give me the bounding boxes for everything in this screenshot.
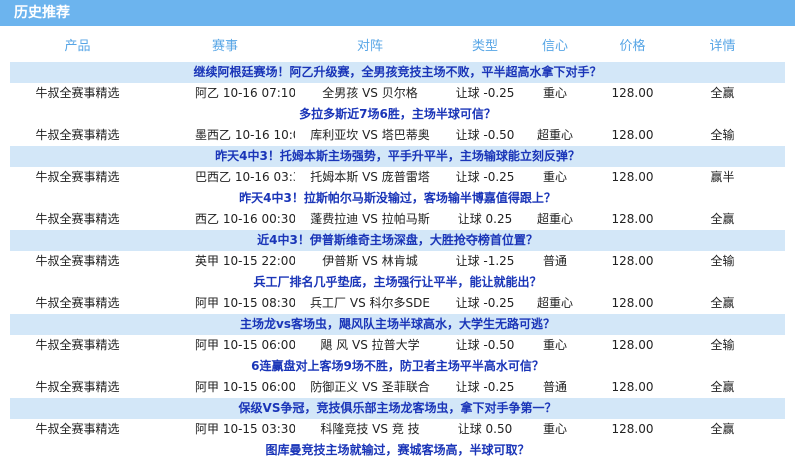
match-cell: 全男孩 VS 贝尔格 <box>322 86 418 100</box>
product-cell: 牛叔全赛事精选 <box>35 254 120 268</box>
match-cell: 托姆本斯 VS 庞普雷塔 <box>310 170 430 184</box>
result-cell: 全赢 <box>710 212 735 226</box>
event-cell: 英甲 10-15 22:00 <box>195 254 295 268</box>
match-cell: 库利亚坎 VS 塔巴蒂奥 <box>310 128 430 142</box>
product-cell: 牛叔全赛事精选 <box>35 422 120 436</box>
table-row[interactable]: 牛叔全赛事精选 阿甲 10-15 03:30 科隆竞技 VS 竞 技 让球 0.… <box>0 419 795 440</box>
confidence-cell: 超重心 <box>536 212 573 226</box>
result-cell: 全输 <box>710 128 735 142</box>
table-row[interactable]: 牛叔全赛事精选 西乙 10-16 00:30 蓬费拉迪 VS 拉帕马斯 让球 0… <box>0 209 795 230</box>
price-cell: 128.00 <box>611 128 654 142</box>
type-cell: 让球 -0.50 <box>455 128 515 142</box>
section-header: 历史推荐 <box>0 0 795 26</box>
match-cell: 飓 风 VS 拉普大学 <box>320 338 420 352</box>
type-cell: 让球 0.25 <box>457 212 513 226</box>
recommendation-title-link[interactable]: 昨天4中3！拉斯帕尔马斯没输过，客场输半博嘉值得跟上？ <box>10 188 785 209</box>
match-cell: 科隆竞技 VS 竞 技 <box>320 422 420 436</box>
product-cell: 牛叔全赛事精选 <box>35 380 120 394</box>
recommendation-title-link[interactable]: 兵工厂排名几乎垫底，主场强行让平半，能让就能出？ <box>10 272 785 293</box>
confidence-cell: 重心 <box>542 422 567 436</box>
price-cell: 128.00 <box>611 380 654 394</box>
match-cell: 蓬费拉迪 VS 拉帕马斯 <box>310 212 430 226</box>
recommendation-title-link[interactable]: 昨天4中3！托姆本斯主场强势，平手升平半，主场输球能立刻反弹？ <box>10 146 785 167</box>
column-type: 类型 <box>471 38 498 54</box>
table-row[interactable]: 牛叔全赛事精选 巴西乙 10-16 03:30 托姆本斯 VS 庞普雷塔 让球 … <box>0 167 795 188</box>
product-cell: 牛叔全赛事精选 <box>35 86 120 100</box>
result-cell: 全赢 <box>710 86 735 100</box>
confidence-cell: 重心 <box>542 86 567 100</box>
event-cell: 阿甲 10-15 08:30 <box>195 296 295 310</box>
type-cell: 让球 0.50 <box>457 422 513 436</box>
table-row[interactable]: 牛叔全赛事精选 阿乙 10-16 07:10 全男孩 VS 贝尔格 让球 -0.… <box>0 83 795 104</box>
type-cell: 让球 -0.50 <box>455 338 515 352</box>
recommendation-title-link[interactable]: 近4中3！伊普斯维奇主场深盘，大胜抢夺榜首位置？ <box>10 230 785 251</box>
price-cell: 128.00 <box>611 254 654 268</box>
type-cell: 让球 -0.25 <box>455 170 515 184</box>
price-cell: 128.00 <box>611 86 654 100</box>
match-cell: 防御正义 VS 圣菲联合 <box>310 380 430 394</box>
recommendation-title-link[interactable]: 保级VS争冠，竞技俱乐部主场龙客场虫，拿下对手争第一？ <box>10 398 785 419</box>
table-row[interactable]: 牛叔全赛事精选 英甲 10-15 22:00 伊普斯 VS 林肯城 让球 -1.… <box>0 251 795 272</box>
recommendation-title-link[interactable]: 继续阿根廷赛场！阿乙升级赛，全男孩竞技主场不败，平半超高水拿下对手？ <box>10 62 785 83</box>
type-cell: 让球 -1.25 <box>455 254 515 268</box>
type-cell: 让球 -0.25 <box>455 86 515 100</box>
column-details: 详情 <box>709 38 736 54</box>
event-cell: 阿甲 10-15 06:00 <box>195 380 295 394</box>
table-row[interactable]: 牛叔全赛事精选 阿甲 10-15 08:30 兵工厂 VS 科尔多SDE 让球 … <box>0 293 795 314</box>
type-cell: 让球 -0.25 <box>455 296 515 310</box>
confidence-cell: 普通 <box>542 380 567 394</box>
price-cell: 128.00 <box>611 296 654 310</box>
result-cell: 全赢 <box>710 296 735 310</box>
match-cell: 兵工厂 VS 科尔多SDE <box>310 296 430 310</box>
result-cell: 全输 <box>710 338 735 352</box>
price-cell: 128.00 <box>611 338 654 352</box>
event-cell: 阿甲 10-15 06:00 <box>195 338 295 352</box>
event-cell: 阿乙 10-16 07:10 <box>195 86 295 100</box>
product-cell: 牛叔全赛事精选 <box>35 212 120 226</box>
section-title: 历史推荐 <box>14 5 70 21</box>
price-cell: 128.00 <box>611 170 654 184</box>
confidence-cell: 重心 <box>542 338 567 352</box>
result-cell: 全赢 <box>710 380 735 394</box>
result-cell: 赢半 <box>710 170 735 184</box>
result-cell: 全赢 <box>710 422 735 436</box>
price-cell: 128.00 <box>611 212 654 226</box>
event-cell: 西乙 10-16 00:30 <box>195 212 295 226</box>
confidence-cell: 超重心 <box>536 128 573 142</box>
recommendation-title-link[interactable]: 多拉多斯近7场6胜，主场半球可信？ <box>10 104 785 125</box>
column-price: 价格 <box>619 38 646 54</box>
confidence-cell: 普通 <box>542 254 567 268</box>
table-row[interactable]: 牛叔全赛事精选 阿甲 10-15 06:00 飓 风 VS 拉普大学 让球 -0… <box>0 335 795 356</box>
recommendation-list: 继续阿根廷赛场！阿乙升级赛，全男孩竞技主场不败，平半超高水拿下对手？ 牛叔全赛事… <box>0 62 795 461</box>
product-cell: 牛叔全赛事精选 <box>35 296 120 310</box>
recommendation-title-link[interactable]: 6连赢盘对上客场9场不胜，防卫者主场平半高水可信？ <box>10 356 785 377</box>
event-cell: 巴西乙 10-16 03:30 <box>195 170 295 184</box>
product-cell: 牛叔全赛事精选 <box>35 170 120 184</box>
type-cell: 让球 -0.25 <box>455 380 515 394</box>
column-match: 对阵 <box>356 38 383 54</box>
table-row[interactable]: 牛叔全赛事精选 阿甲 10-15 06:00 防御正义 VS 圣菲联合 让球 -… <box>0 377 795 398</box>
confidence-cell: 重心 <box>542 170 567 184</box>
recommendation-title-link[interactable]: 图库曼竞技主场就输过，赛城客场高，半球可取？ <box>10 440 785 461</box>
event-cell: 阿甲 10-15 03:30 <box>195 422 295 436</box>
price-cell: 128.00 <box>611 422 654 436</box>
table-header: 产品 赛事 对阵 类型 信心 价格 详情 <box>0 26 795 62</box>
confidence-cell: 超重心 <box>536 296 573 310</box>
table-row[interactable]: 牛叔全赛事精选 墨西乙 10-16 10:00 库利亚坎 VS 塔巴蒂奥 让球 … <box>0 125 795 146</box>
match-cell: 伊普斯 VS 林肯城 <box>322 254 418 268</box>
column-event: 赛事 <box>211 38 238 54</box>
product-cell: 牛叔全赛事精选 <box>35 128 120 142</box>
event-cell: 墨西乙 10-16 10:00 <box>195 128 295 142</box>
column-confidence: 信心 <box>541 38 568 54</box>
product-cell: 牛叔全赛事精选 <box>35 338 120 352</box>
column-product: 产品 <box>64 38 91 54</box>
recommendation-title-link[interactable]: 主场龙vs客场虫，飓风队主场半球高水，大学生无路可逃？ <box>10 314 785 335</box>
result-cell: 全输 <box>710 254 735 268</box>
